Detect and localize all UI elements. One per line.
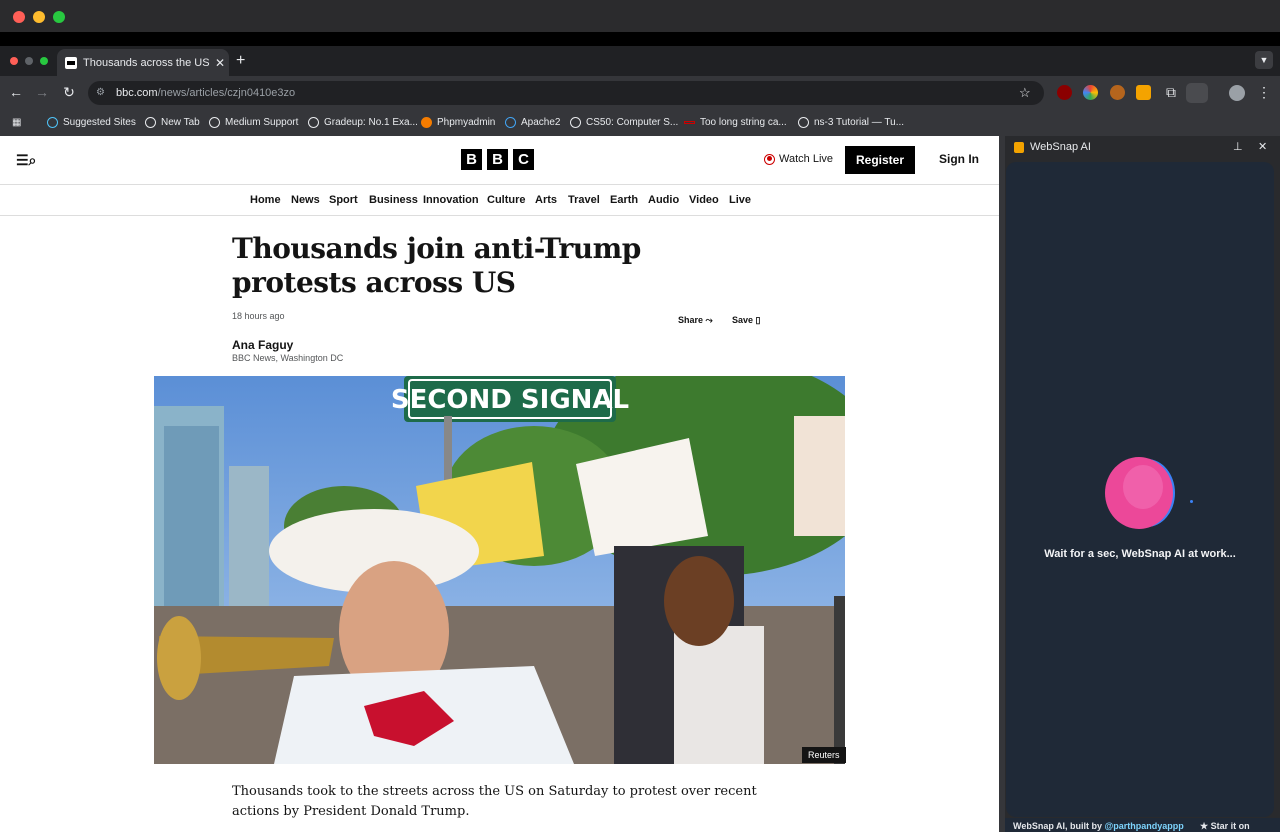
- nav-arts[interactable]: Arts: [535, 194, 557, 206]
- watch-live-link[interactable]: Watch Live: [764, 153, 833, 165]
- article-timestamp: 18 hours ago: [232, 311, 285, 321]
- forward-arrow-icon[interactable]: →: [33, 84, 51, 100]
- cookie-extension-icon[interactable]: [1110, 85, 1125, 100]
- bookmark-gradeup[interactable]: Gradeup: No.1 Exa...: [308, 117, 418, 128]
- web-page: ☰⌕ B B C Watch Live Register Sign In Hom…: [0, 136, 999, 832]
- share-button[interactable]: Share ⤳: [678, 315, 713, 326]
- bookmark-cs50[interactable]: CS50: Computer S...: [570, 117, 678, 128]
- loading-dot: [1190, 500, 1193, 503]
- nav-audio[interactable]: Audio: [648, 194, 679, 206]
- nav-travel[interactable]: Travel: [568, 194, 600, 206]
- nav-live[interactable]: Live: [729, 194, 751, 206]
- bbc-logo[interactable]: B B C: [461, 149, 534, 170]
- new-tab-button[interactable]: +: [236, 52, 245, 70]
- sign-in-link[interactable]: Sign In: [939, 152, 979, 166]
- nav-business[interactable]: Business: [369, 194, 418, 206]
- image-credit: Reuters: [802, 747, 846, 763]
- nav-culture[interactable]: Culture: [487, 194, 526, 206]
- site-settings-icon[interactable]: ⚙: [96, 87, 105, 98]
- star-on-github-link[interactable]: ★ Star it on: [1200, 821, 1250, 832]
- minimize-window-button[interactable]: [25, 57, 33, 65]
- logo-letter: B: [487, 149, 508, 170]
- street-sign-text: SECOND SIGNAL: [391, 385, 629, 415]
- nav-sport[interactable]: Sport: [329, 194, 358, 206]
- tab-search-chevron-icon[interactable]: ▼: [1255, 51, 1273, 69]
- window-frame: [0, 32, 1280, 46]
- extensions-puzzle-icon[interactable]: ⧉: [1162, 84, 1180, 101]
- bookmark-medium-support[interactable]: Medium Support: [209, 117, 298, 128]
- site-header: ☰⌕ B B C Watch Live Register Sign In: [0, 136, 999, 185]
- protest-photo: SECOND SIGNAL: [154, 376, 845, 764]
- side-panel-title: WebSnap AI: [1030, 141, 1091, 153]
- bookmark-ns3-tutorial[interactable]: ns-3 Tutorial — Tu...: [798, 117, 904, 128]
- bookmark-suggested-sites[interactable]: Suggested Sites: [47, 117, 136, 128]
- bookmark-apache2[interactable]: Apache2: [505, 117, 560, 128]
- window-titlebar: [0, 0, 1280, 32]
- color-extension-icon[interactable]: [1083, 85, 1098, 100]
- bookmarks-bar: ▦ Suggested Sites New Tab Medium Support…: [0, 110, 1280, 136]
- nav-home[interactable]: Home: [250, 194, 281, 206]
- chrome-menu-icon[interactable]: ⋮: [1255, 84, 1273, 101]
- profile-avatar[interactable]: [1229, 85, 1245, 101]
- websnap-logo-icon: [1014, 142, 1024, 153]
- bookmark-phpmyadmin[interactable]: Phpmyadmin: [421, 117, 495, 128]
- minimize-window-button[interactable]: [33, 11, 45, 23]
- close-panel-icon[interactable]: ✕: [1258, 140, 1267, 153]
- bbc-favicon-icon: [65, 56, 77, 69]
- loading-orb-icon: [1105, 457, 1175, 529]
- section-nav: Home News Sport Business Innovation Cult…: [0, 185, 999, 216]
- article-lede: Thousands took to the streets across the…: [232, 784, 757, 819]
- ublock-extension-icon[interactable]: [1057, 85, 1072, 100]
- share-icon: ⤳: [705, 315, 713, 325]
- author-location: BBC News, Washington DC: [232, 353, 344, 363]
- bookmark-new-tab[interactable]: New Tab: [145, 117, 200, 128]
- article-headline: Thousands join anti-Trump protests acros…: [232, 232, 641, 299]
- reload-icon[interactable]: ↻: [60, 84, 78, 101]
- register-button[interactable]: Register: [845, 146, 915, 174]
- article-hero-image: SECOND SIGNAL: [154, 376, 845, 764]
- apps-grid-icon[interactable]: ▦: [12, 117, 21, 128]
- websnap-extension-icon[interactable]: [1136, 85, 1151, 100]
- author-handle-link[interactable]: @parthpandyappp: [1105, 821, 1184, 831]
- side-panel-body: Wait for a sec, WebSnap AI at work...: [1006, 162, 1274, 817]
- bookmark-too-long-string[interactable]: Too long string ca...: [684, 117, 787, 128]
- close-window-button[interactable]: [13, 11, 25, 23]
- nav-innovation[interactable]: Innovation: [423, 194, 479, 206]
- websnap-side-panel: WebSnap AI ⊥ ✕ Wait for a sec, WebSnap A…: [1005, 136, 1280, 832]
- menu-search-icon[interactable]: ☰⌕: [16, 152, 36, 169]
- author-name: Ana Faguy: [232, 338, 294, 352]
- live-record-icon: [764, 153, 775, 165]
- pin-icon[interactable]: ⊥: [1233, 140, 1243, 153]
- save-button[interactable]: Save ▯: [732, 315, 761, 326]
- address-bar[interactable]: bbc.com/news/articles/czjn0410e3zo: [88, 81, 1044, 105]
- nav-news[interactable]: News: [291, 194, 320, 206]
- logo-letter: C: [513, 149, 534, 170]
- url-host: bbc.com: [116, 87, 158, 99]
- nav-earth[interactable]: Earth: [610, 194, 638, 206]
- url-path: /news/articles/czjn0410e3zo: [157, 87, 296, 99]
- tab-active[interactable]: Thousands across the US pro ✕: [57, 49, 229, 76]
- bookmark-icon: ▯: [755, 315, 761, 325]
- logo-letter: B: [461, 149, 482, 170]
- loading-message: Wait for a sec, WebSnap AI at work...: [1044, 548, 1236, 560]
- maximize-window-button[interactable]: [40, 57, 48, 65]
- tab-close-icon[interactable]: ✕: [211, 56, 229, 70]
- footer-text: WebSnap AI, built by: [1013, 821, 1105, 831]
- side-panel-footer: WebSnap AI, built by @parthpandyappp ★ S…: [1005, 818, 1280, 832]
- tab-title: Thousands across the US pro: [83, 56, 211, 69]
- side-panel-header: WebSnap AI ⊥ ✕: [1005, 136, 1280, 160]
- nav-video[interactable]: Video: [689, 194, 719, 206]
- maximize-window-button[interactable]: [53, 11, 65, 23]
- close-window-button[interactable]: [10, 57, 18, 65]
- bookmark-star-icon[interactable]: ☆: [1019, 85, 1031, 101]
- side-panel-icon[interactable]: [1186, 83, 1208, 103]
- back-arrow-icon[interactable]: ←: [7, 84, 25, 100]
